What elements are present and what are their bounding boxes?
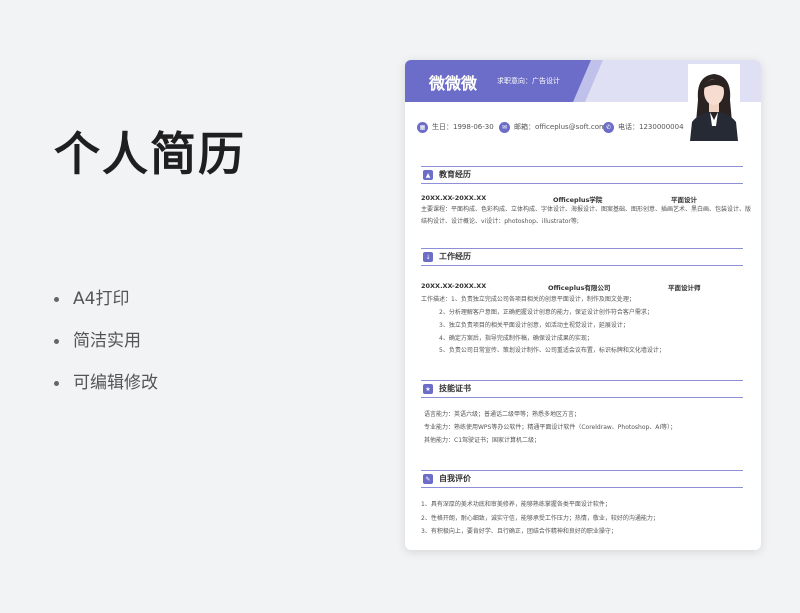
self-line: 1、具有深厚的美术功底和审美修养，能够熟练掌握各类平面设计软件；: [421, 501, 611, 508]
feature-item: 可编辑修改: [54, 370, 158, 412]
edit-document-icon: ✎: [423, 474, 433, 484]
feature-list: A4打印 简洁实用 可编辑修改: [54, 286, 158, 412]
calendar-icon: ▦: [417, 121, 428, 133]
profile-photo: [688, 64, 740, 141]
mail-icon: ✉: [499, 121, 510, 133]
work-line: 工作描述：1、负责独立完成公司各项目相关的创意平面设计，制作及图文处理；: [421, 296, 635, 303]
education-courses: 主要课程：平面构成、色彩构成、立体构成、字体设计、海报设计、图案基础、图形创意、…: [421, 206, 752, 213]
feature-item: 简洁实用: [54, 328, 158, 370]
download-icon: ↓: [423, 252, 433, 262]
bullet-icon: [54, 380, 59, 386]
bullet-icon: [54, 296, 59, 302]
section-self-evaluation: ✎ 自我评价: [421, 470, 743, 488]
work-line: 3、独立负责项目的相关平面设计创意，如活动主视觉设计，延展设计；: [439, 322, 629, 329]
work-line: 5、负责公司日常宣传、策划设计制作、公司重适会议布置，标识标牌和文化墙设计；: [439, 347, 665, 354]
certificate-icon: ★: [423, 384, 433, 394]
bullet-icon: [54, 338, 59, 344]
page-title: 个人简历: [54, 127, 246, 181]
work-line: 4、确定方案后，指导完成制作稿，确保设计成果的实现；: [439, 335, 593, 342]
section-skills: ★ 技能证书: [421, 380, 743, 398]
section-work: ↓ 工作经历: [421, 248, 743, 266]
skill-line: 其他能力：C1驾驶证书；国家计算机二级；: [424, 437, 541, 444]
self-line: 2、性格开朗，耐心细致，诚实守信，能够承受工作压力；热情，敬业，较好的沟通能力；: [421, 515, 659, 522]
job-target: 求职意向：广告设计: [497, 77, 560, 85]
graduation-cap-icon: ▲: [423, 170, 433, 180]
email-info: ✉ 邮箱：officeplus@soft.com: [499, 121, 606, 133]
resume-name: 微微微: [429, 74, 478, 93]
phone-info: ✆ 电话：1230000004: [603, 121, 684, 133]
education-courses: 结构设计、设计概论、vi设计：photoshop、illustrator等;: [421, 218, 579, 225]
skill-line: 语言能力：英语六级；普通话二级甲等；熟悉多地区方言；: [424, 411, 581, 418]
section-education: ▲ 教育经历: [421, 166, 743, 184]
self-line: 3、有积极向上，要肯好学、且行确正，团结合作精神和良好的职业操守；: [421, 528, 617, 535]
phone-icon: ✆: [603, 121, 614, 133]
resume-preview: 微微微 求职意向：广告设计 ▦ 生日：1998-06-30 ✉ 邮箱：offic…: [405, 60, 761, 550]
skill-line: 专业能力：熟练使用WPS等办公软件；精通平面设计软件（Coreldraw、Pho…: [424, 424, 677, 431]
feature-item: A4打印: [54, 286, 158, 328]
birth-info: ▦ 生日：1998-06-30: [417, 121, 494, 133]
work-line: 2、分析理解客户意图，正确把握设计创意的能力，保证设计创作符合客户需求；: [439, 309, 653, 316]
